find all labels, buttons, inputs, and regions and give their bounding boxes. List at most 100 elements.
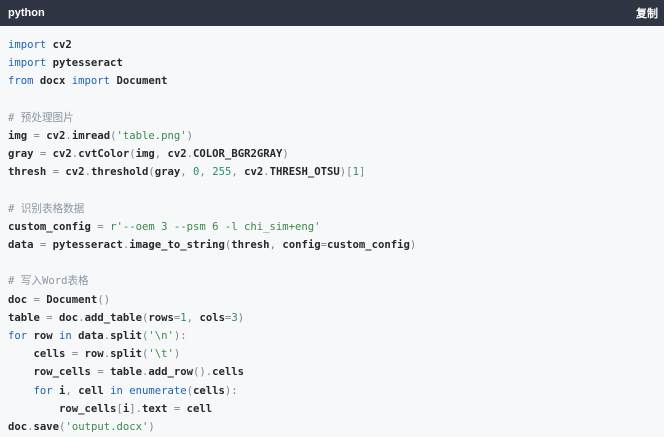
code-token: img <box>8 129 34 142</box>
code-line: thresh = cv2.threshold(gray, 0, 255, cv2… <box>8 163 664 181</box>
code-line: doc = Document() <box>8 291 664 309</box>
code-comment: # 写入Word表格 <box>8 275 89 288</box>
code-token: cells <box>193 384 225 397</box>
code-token: )[ <box>339 166 353 179</box>
code-comment: # 识别表格数据 <box>8 202 85 215</box>
code-token: for <box>33 384 53 397</box>
code-token: cv2 <box>167 148 187 161</box>
code-token: ) <box>173 348 181 361</box>
code-token: THRESH_OTSU <box>269 166 340 179</box>
code-token: , <box>231 166 245 179</box>
code-token: cv2 <box>46 148 72 161</box>
code-token: , <box>269 239 283 252</box>
code-token: image_to_string <box>129 239 225 252</box>
code-token: ) <box>186 129 194 142</box>
code-token: text <box>141 402 174 415</box>
code-token: ] <box>358 166 366 179</box>
code-token: Document <box>39 293 98 306</box>
code-token: in <box>110 384 123 397</box>
code-token: imread <box>71 129 111 142</box>
code-token: row_cells <box>8 402 117 415</box>
code-token: row <box>78 348 104 361</box>
code-token: ]. <box>129 402 142 415</box>
code-token: add_table <box>84 311 142 324</box>
code-token: cell <box>180 402 213 415</box>
code-content[interactable]: import cv2 import pytesseract from docx im… <box>0 26 664 436</box>
code-token: import <box>8 57 47 70</box>
code-token: doc <box>8 293 34 306</box>
code-token: table <box>8 311 47 324</box>
code-token: img <box>135 148 155 161</box>
code-token: Document <box>110 75 168 88</box>
code-line: # 写入Word表格 <box>8 272 664 290</box>
code-token: docx <box>33 75 72 88</box>
code-token: doc <box>52 311 79 324</box>
copy-button[interactable]: 复制 <box>636 5 658 21</box>
code-token: thresh <box>8 166 53 179</box>
code-token: pytesseract <box>46 57 123 70</box>
code-token: import <box>71 75 111 88</box>
code-token: cv2 <box>46 39 72 51</box>
code-token: in <box>59 330 72 342</box>
code-token: cell <box>78 384 111 397</box>
code-token: thresh <box>231 239 270 252</box>
code-line: row_cells[i].text = cell <box>8 400 664 418</box>
code-token: table <box>103 366 142 379</box>
code-line: img = cv2.imread('table.png') <box>8 127 664 145</box>
code-token: () <box>97 293 111 306</box>
code-token: gray <box>154 166 181 179</box>
code-token: , <box>154 148 168 161</box>
code-token: split <box>110 348 142 361</box>
code-token: cv2 <box>59 166 85 179</box>
code-line: # 预处理图片 <box>8 109 664 127</box>
code-block: python 复制 import cv2 import pytesseract fr… <box>0 0 664 437</box>
code-token: , <box>186 311 200 324</box>
code-token: 'table.png' <box>116 129 187 142</box>
code-token: cv2 <box>244 166 264 179</box>
code-line: doc.save('output.docx') <box>8 418 664 436</box>
code-token: row_cells <box>8 366 98 379</box>
code-comment: # 预处理图片 <box>8 111 74 124</box>
code-line: gray = cv2.cvtColor(img, cv2.COLOR_BGR2G… <box>8 145 664 163</box>
code-header: python 复制 <box>0 0 664 26</box>
code-token: row <box>27 330 60 342</box>
code-token: ) <box>148 420 155 433</box>
code-token: cells <box>8 348 72 361</box>
code-token: rows <box>148 311 174 324</box>
code-token: ): <box>224 384 238 397</box>
code-token: config <box>282 239 321 252</box>
code-token: , <box>199 166 213 179</box>
language-label: python <box>8 7 45 19</box>
code-token: cvtColor <box>78 148 130 161</box>
code-token: data <box>8 239 40 252</box>
code-token: split <box>110 330 142 342</box>
code-token: custom_config <box>8 220 98 233</box>
code-token: 'output.docx' <box>65 420 149 433</box>
code-token: (). <box>193 366 213 379</box>
code-line: from docx import Document <box>8 72 664 90</box>
code-token: pytesseract <box>46 239 123 252</box>
code-token: data <box>71 330 104 342</box>
code-line: for row in data.split('\n'): <box>8 327 664 345</box>
code-token: , <box>180 166 194 179</box>
code-line: for i, cell in enumerate(cells): <box>8 382 664 400</box>
code-token: import <box>8 39 47 51</box>
code-token: for <box>8 330 28 342</box>
code-token: 255 <box>212 166 232 179</box>
code-token: r'--oem 3 --psm 6 -l chi_sim+eng' <box>103 220 321 233</box>
code-token: ) <box>409 239 417 252</box>
code-token: from <box>8 75 34 88</box>
code-token: cv2 <box>39 129 66 142</box>
code-token: COLOR_BGR2GRAY <box>193 148 283 161</box>
code-token: doc <box>8 420 28 433</box>
code-line: table = doc.add_table(rows=1, cols=3) <box>8 309 664 327</box>
code-token: i <box>52 384 66 397</box>
code-token: , <box>65 384 79 397</box>
code-token: add_row <box>148 366 194 379</box>
code-token: cols <box>199 311 225 324</box>
code-token: enumerate <box>122 384 187 397</box>
